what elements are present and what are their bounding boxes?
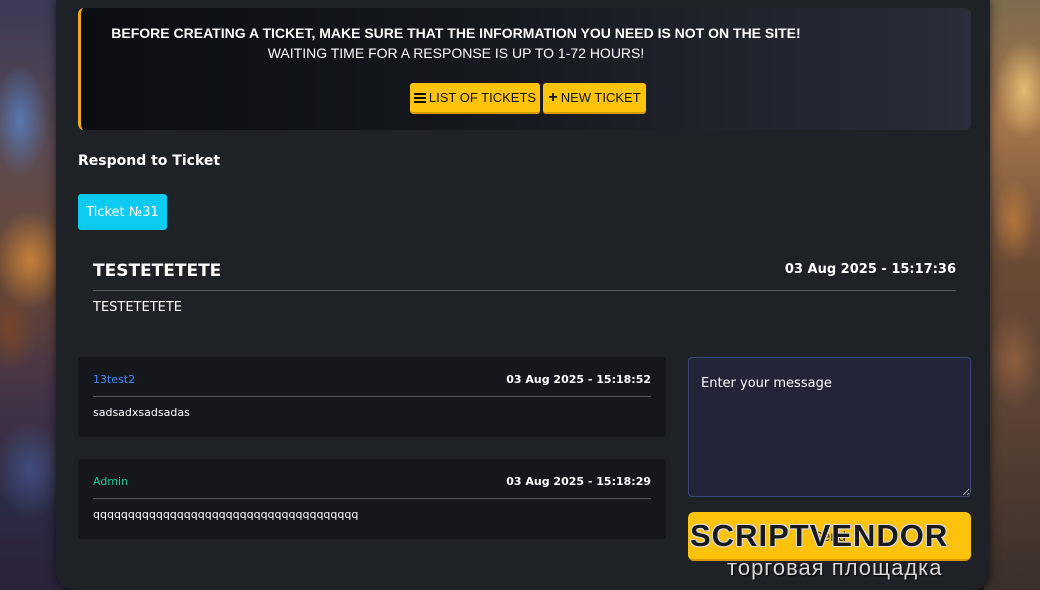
background-art-left xyxy=(0,0,64,590)
list-of-tickets-label: LIST OF TICKETS xyxy=(428,90,537,105)
watermark-tagline: торговая площадка xyxy=(727,555,943,580)
ticket-divider xyxy=(93,290,956,291)
message-divider xyxy=(93,498,651,499)
plus-icon: + xyxy=(548,88,558,106)
ticket-date: 03 Aug 2025 - 15:17:36 xyxy=(784,262,956,277)
watermark-logo: SCRIPTVENDOR xyxy=(690,518,949,553)
message-author: Admin xyxy=(93,475,129,488)
list-icon xyxy=(413,92,426,103)
message-input[interactable] xyxy=(688,357,971,497)
new-ticket-button[interactable]: + NEW TICKET xyxy=(543,83,646,114)
ticket-notice: BEFORE CREATING A TICKET, MAKE SURE THAT… xyxy=(78,8,971,130)
message-date: 03 Aug 2025 - 15:18:29 xyxy=(506,475,651,488)
new-ticket-label: NEW TICKET xyxy=(560,90,641,105)
ticket-number-badge[interactable]: Ticket №31 xyxy=(78,194,167,230)
message-divider xyxy=(93,396,651,397)
list-of-tickets-button[interactable]: LIST OF TICKETS xyxy=(410,83,540,114)
background-art-right xyxy=(984,0,1040,590)
ticket-subject: TESTETETETE xyxy=(93,261,222,281)
respond-title: Respond to Ticket xyxy=(78,153,221,169)
message-text: sadsadxsadsadas xyxy=(93,406,190,419)
message-item: 13test2 03 Aug 2025 - 15:18:52 sadsadxsa… xyxy=(78,357,666,437)
message-item: Admin 03 Aug 2025 - 15:18:29 qqqqqqqqqqq… xyxy=(78,459,666,539)
message-date: 03 Aug 2025 - 15:18:52 xyxy=(506,373,651,386)
message-author: 13test2 xyxy=(93,373,136,386)
ticket-body: TESTETETETE xyxy=(93,300,183,315)
notice-wait-time: WAITING TIME FOR A RESPONSE IS UP TO 1-7… xyxy=(267,45,645,61)
message-text: qqqqqqqqqqqqqqqqqqqqqqqqqqqqqqqqqqqqqq xyxy=(93,508,359,521)
notice-warning: BEFORE CREATING A TICKET, MAKE SURE THAT… xyxy=(111,25,801,41)
